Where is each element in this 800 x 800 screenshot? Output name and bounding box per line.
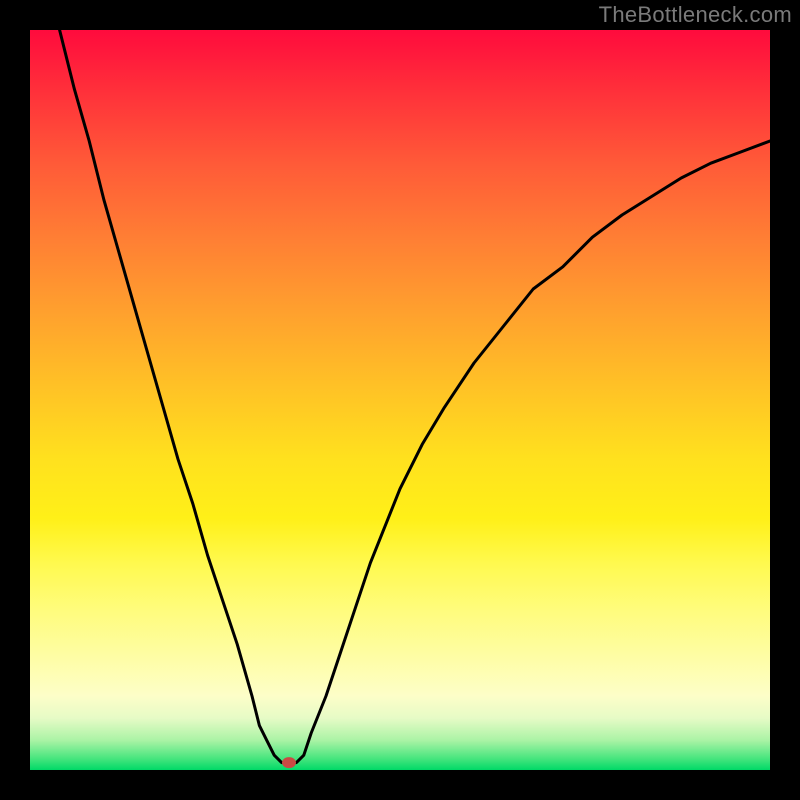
watermark-text: TheBottleneck.com: [599, 2, 792, 28]
chart-container: TheBottleneck.com: [0, 0, 800, 800]
marker-dot: [282, 757, 296, 768]
bottleneck-curve: [60, 30, 770, 763]
plot-frame: [30, 30, 770, 770]
plot-area: [30, 30, 770, 770]
chart-svg: [30, 30, 770, 770]
